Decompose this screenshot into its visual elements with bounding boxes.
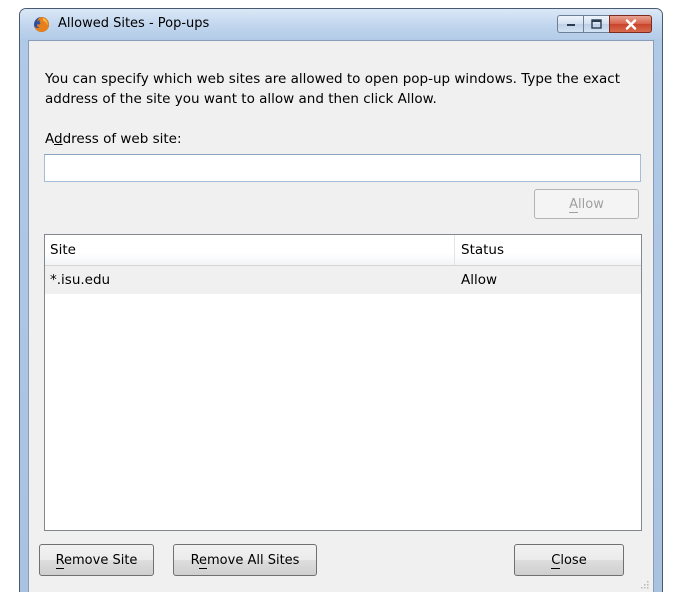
close-button[interactable]: Close — [514, 544, 624, 576]
close-window-button[interactable] — [609, 15, 652, 33]
remove-all-sites-button[interactable]: Remove All Sites — [173, 544, 317, 576]
maximize-icon — [591, 19, 602, 29]
remove-all-sites-label: Remove All Sites — [190, 552, 300, 569]
address-input[interactable] — [44, 154, 641, 182]
address-label: Address of web site: — [45, 131, 182, 147]
allow-button[interactable]: Allow — [534, 189, 639, 219]
sites-table[interactable]: Site Status *.isu.edu Allow — [44, 234, 642, 531]
allow-button-label: Allow — [569, 196, 604, 213]
title-bar[interactable]: Allowed Sites - Pop-ups — [20, 9, 662, 39]
maximize-button[interactable] — [583, 15, 609, 33]
window-title: Allowed Sites - Pop-ups — [58, 16, 210, 31]
dialog-content: You can specify which web sites are allo… — [28, 40, 654, 592]
minimize-button[interactable] — [557, 15, 583, 33]
minimize-icon — [566, 24, 575, 26]
column-header-status[interactable]: Status — [455, 235, 641, 265]
remove-site-button[interactable]: Remove Site — [39, 544, 154, 576]
cell-site: *.isu.edu — [50, 272, 111, 288]
description-text: You can specify which web sites are allo… — [45, 71, 621, 107]
resize-grip-icon[interactable] — [639, 579, 649, 589]
close-icon — [625, 18, 636, 30]
close-button-label: Close — [551, 552, 587, 569]
window-controls — [557, 15, 652, 34]
firefox-icon — [34, 17, 49, 32]
table-row[interactable]: *.isu.edu Allow — [45, 266, 641, 294]
column-header-site[interactable]: Site — [45, 235, 455, 265]
dialog-window: Allowed Sites - Pop-ups You can specify — [19, 8, 663, 592]
remove-site-label: Remove Site — [55, 552, 138, 569]
table-header: Site Status — [45, 235, 641, 266]
cell-status: Allow — [461, 272, 498, 288]
address-label-text: Address of web site: — [45, 131, 182, 147]
